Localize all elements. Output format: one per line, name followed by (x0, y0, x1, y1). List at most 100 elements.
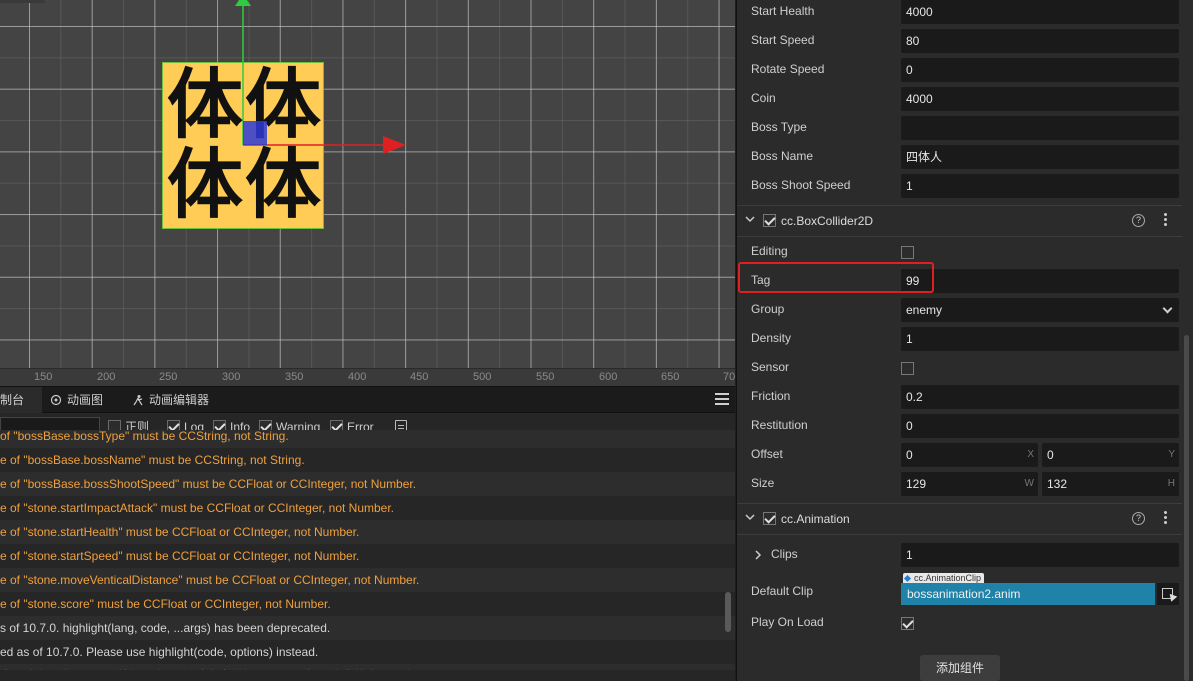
tag-input[interactable]: 99 (901, 269, 1179, 293)
ruler-tick: 650 (661, 371, 680, 383)
chevron-down-icon (1162, 303, 1173, 314)
log-entry[interactable]: e of "stone.startSpeed" must be CCFloat … (0, 544, 735, 568)
ruler-tick: 300 (222, 371, 241, 383)
log-entry[interactable]: 本，请在 偏好设置 -> 外部程序 -> 默认脚本编辑器 里配置打开脚本的应用程… (0, 664, 735, 670)
animation-enabled-checkbox[interactable] (763, 512, 776, 525)
offset-y-input[interactable]: 0Y (1042, 443, 1179, 467)
prop-play-on-load: Play On Load (737, 609, 1182, 638)
editing-checkbox[interactable] (901, 246, 914, 259)
console-scrollbar[interactable] (725, 592, 731, 632)
prop-label: Boss Shoot Speed (751, 178, 851, 192)
ruler-tick: 400 (348, 371, 367, 383)
friction-input[interactable]: 0.2 (901, 385, 1179, 409)
console-panel: 制台 动画图 动画编辑器 正则 Log Info Warning Error o… (0, 386, 735, 681)
prop-offset: Offset 0X 0Y (737, 441, 1182, 470)
prop-row: Start Speed 80 (737, 27, 1182, 56)
gizmo-x-arrow[interactable] (383, 136, 406, 154)
log-entry[interactable]: e of "bossBase.bossName" must be CCStrin… (0, 448, 735, 472)
ruler-tick: 250 (159, 371, 178, 383)
sprite-glyph: 体 (245, 140, 321, 229)
asset-diamond-icon (903, 574, 912, 583)
prop-label: Sensor (751, 360, 790, 374)
prop-input[interactable]: 四体人 (901, 145, 1179, 169)
log-entry[interactable]: e of "stone.score" must be CCFloat or CC… (0, 592, 735, 616)
tab-console[interactable]: 制台 (0, 387, 42, 413)
panel-tabs: 制台 动画图 动画编辑器 (0, 387, 735, 413)
prop-input[interactable] (901, 116, 1179, 140)
scene-view[interactable]: 体 体 体 体 150 200 250 300 350 400 450 500 … (0, 0, 735, 386)
chevron-down-icon[interactable] (745, 214, 755, 224)
help-icon[interactable]: ? (1132, 214, 1145, 227)
prop-input[interactable]: 0 (901, 58, 1179, 82)
tag-highlight-annotation (738, 262, 934, 293)
clips-count-input[interactable]: 1 (901, 543, 1179, 567)
more-options-icon[interactable] (1164, 213, 1167, 227)
sprite-glyph: 体 (167, 60, 243, 149)
log-entry[interactable]: e of "stone.moveVenticalDistance" must b… (0, 568, 735, 592)
box-collider-enabled-checkbox[interactable] (763, 214, 776, 227)
prop-label: Friction (751, 389, 791, 403)
ruler-tick: 450 (410, 371, 429, 383)
scene-toolbar-stub (0, 0, 45, 3)
help-icon[interactable]: ? (1132, 512, 1145, 525)
prop-size: Size 129 W 132 H (737, 470, 1182, 499)
prop-density: Density 1 (737, 325, 1182, 354)
component-title: cc.BoxCollider2D (781, 214, 874, 228)
prop-label: Coin (751, 91, 776, 105)
size-height-input[interactable]: 132 H (1042, 472, 1179, 496)
prop-row: Start Health 4000 (737, 0, 1182, 27)
density-input[interactable]: 1 (901, 327, 1179, 351)
log-entry[interactable]: e of "stone.startHealth" must be CCFloat… (0, 520, 735, 544)
prop-input[interactable]: 4000 (901, 0, 1179, 24)
ruler-tick: 350 (285, 371, 304, 383)
more-options-icon[interactable] (1164, 511, 1167, 525)
play-on-load-checkbox[interactable] (901, 617, 914, 630)
console-log-list[interactable]: of "bossBase.bossType" must be CCString,… (0, 430, 735, 670)
default-clip-asset-field[interactable]: bossanimation2.anim (901, 583, 1155, 605)
prop-row: Coin 4000 (737, 85, 1182, 114)
prop-label: Group (751, 302, 785, 316)
tab-animation-editor[interactable]: 动画编辑器 (132, 387, 222, 413)
scene-ruler: 150 200 250 300 350 400 450 500 550 600 … (0, 368, 735, 386)
box-collider-header[interactable]: cc.BoxCollider2D ? (737, 206, 1182, 236)
prop-input[interactable]: 80 (901, 29, 1179, 53)
log-entry[interactable]: e of "bossBase.bossShootSpeed" must be C… (0, 472, 735, 496)
asset-picker-icon[interactable] (1157, 583, 1179, 605)
sprite-glyph: 体 (167, 140, 243, 229)
tab-animation-graph[interactable]: 动画图 (50, 387, 122, 413)
size-width-input[interactable]: 129 W (901, 472, 1038, 496)
prop-input[interactable]: 4000 (901, 87, 1179, 111)
ruler-tick: 600 (599, 371, 618, 383)
ruler-tick: 500 (473, 371, 492, 383)
prop-input[interactable]: 1 (901, 174, 1179, 198)
prop-label: Restitution (751, 418, 808, 432)
chevron-down-icon[interactable] (745, 512, 755, 522)
restitution-input[interactable]: 0 (901, 414, 1179, 438)
prop-label: Start Speed (751, 33, 815, 47)
animation-graph-icon (50, 394, 62, 406)
offset-x-input[interactable]: 0X (901, 443, 1038, 467)
prop-friction: Friction 0.2 (737, 383, 1182, 412)
prop-group: Group enemy (737, 296, 1182, 325)
boss-sprite[interactable]: 体 体 体 体 (162, 62, 324, 229)
ruler-tick: 70 (723, 371, 735, 383)
animation-header[interactable]: cc.Animation ? (737, 504, 1182, 534)
panel-menu-icon[interactable] (715, 393, 729, 405)
inspector-scrollbar[interactable] (1184, 335, 1189, 681)
move-gizmo[interactable] (0, 0, 735, 386)
prop-label: Default Clip (751, 584, 814, 598)
log-entry[interactable]: e of "stone.startImpactAttack" must be C… (0, 496, 735, 520)
sensor-checkbox[interactable] (901, 362, 914, 375)
prop-label: Play On Load (751, 615, 824, 629)
prop-row: Boss Name 四体人 (737, 143, 1182, 172)
log-entry[interactable]: of "bossBase.bossType" must be CCString,… (0, 430, 735, 448)
prop-label: Density (751, 331, 792, 345)
ruler-tick: 550 (536, 371, 555, 383)
inspector-panel: Start Health 4000 Start Speed 80 Rotate Spee… (736, 0, 1193, 681)
log-entry[interactable]: s of 10.7.0. highlight(lang, code, ...ar… (0, 616, 735, 640)
add-component-button[interactable]: 添加组件 (920, 655, 1000, 681)
log-entry[interactable]: ed as of 10.7.0. Please use highlight(co… (0, 640, 735, 664)
group-select[interactable]: enemy (901, 298, 1179, 322)
gizmo-y-arrow[interactable] (235, 0, 251, 6)
chevron-right-icon[interactable] (753, 550, 763, 560)
